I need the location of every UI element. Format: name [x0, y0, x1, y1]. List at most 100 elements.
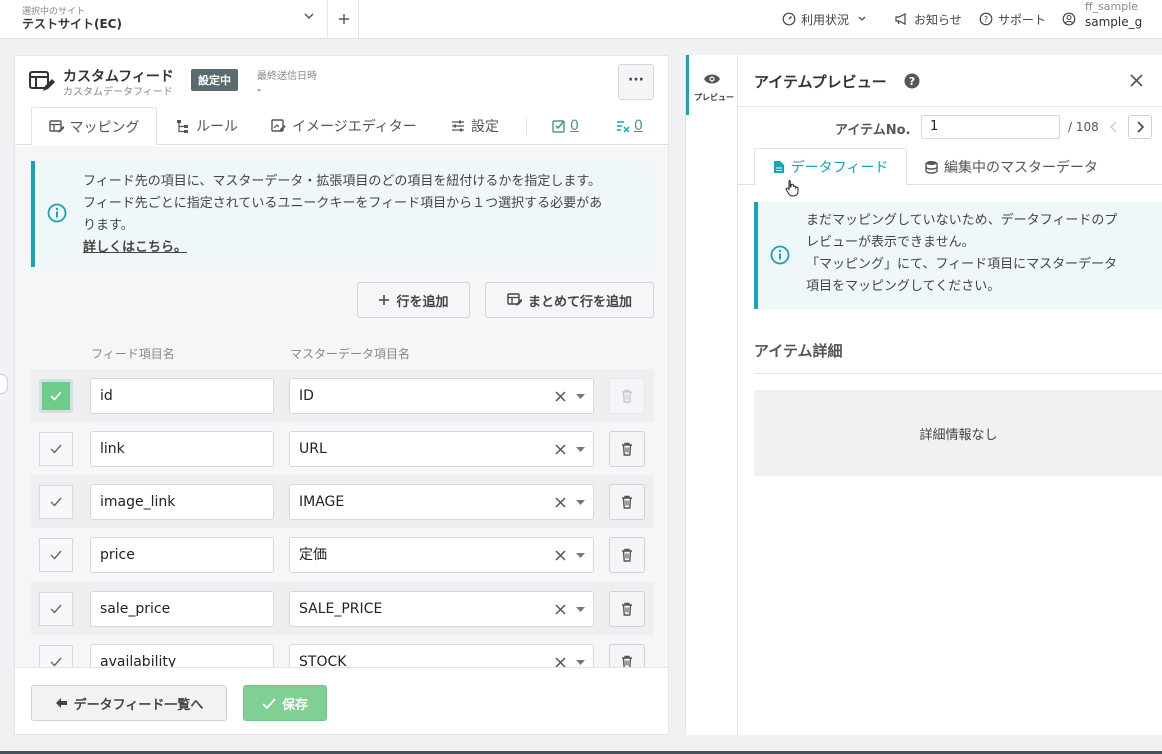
mapping-content: フィード先の項目に、マスターデータ・拡張項目のどの項目を紐付けるかを指定します。…	[15, 146, 668, 667]
master-item-select[interactable]: SALE_PRICE	[289, 591, 594, 627]
tab-mapping[interactable]: マッピング	[31, 107, 157, 146]
item-number-input[interactable]: 1	[921, 115, 1060, 139]
tab-divider	[526, 117, 527, 135]
tab-image-editor[interactable]: イメージエディター	[271, 107, 417, 145]
tab-master-data-label: 編集中のマスターデータ	[944, 159, 1098, 176]
back-label: データフィード一覧へ	[73, 697, 204, 713]
collapse-handle[interactable]	[0, 374, 8, 394]
add-site-button[interactable]	[329, 0, 359, 38]
unique-key-checkbox[interactable]	[39, 432, 73, 466]
tab-settings[interactable]: 設定	[451, 107, 499, 145]
caret-down-icon	[576, 660, 585, 665]
trash-icon	[622, 602, 632, 616]
master-item-select[interactable]: IMAGE	[289, 484, 594, 520]
save-button[interactable]: 保存	[243, 685, 327, 721]
unique-key-checkbox[interactable]	[39, 645, 73, 667]
delete-row-button[interactable]	[609, 431, 645, 467]
info-line: 「マッピング」にて、フィード項目にマスターデータ	[806, 257, 1118, 272]
master-item-select[interactable]: 定価	[289, 537, 594, 573]
next-item-button[interactable]	[1128, 115, 1152, 139]
preview-toggle[interactable]: プレビュー	[685, 55, 737, 735]
master-item-select[interactable]: STOCK	[289, 644, 594, 667]
feed-item-input[interactable]: availability	[90, 644, 274, 667]
prev-item-button[interactable]	[1103, 115, 1125, 139]
info-line: フィード先の項目に、マスターデータ・拡張項目のどの項目を紐付けるかを指定します。	[83, 174, 602, 189]
back-to-feed-list-button[interactable]: データフィード一覧へ	[31, 685, 227, 721]
item-detail-title: アイテム詳細	[754, 342, 843, 360]
nav-support[interactable]: ? サポート	[979, 0, 1046, 38]
feed-item-input[interactable]: image_link	[90, 484, 274, 520]
caret-down-icon	[576, 447, 585, 452]
trash-icon	[622, 495, 632, 509]
clear-icon	[555, 550, 566, 561]
plus-icon	[338, 14, 349, 24]
tab-master-data[interactable]: 編集中のマスターデータ	[925, 148, 1098, 185]
tab-data-feed-label: データフィード	[790, 160, 889, 176]
divider	[754, 373, 1162, 374]
mapping-row: id ID	[31, 369, 654, 422]
chevron-right-icon	[1137, 121, 1144, 133]
master-item-select[interactable]: ID	[289, 378, 594, 414]
close-icon[interactable]	[1130, 74, 1143, 87]
divider	[738, 106, 1162, 107]
delete-row-button[interactable]	[609, 484, 645, 520]
trash-icon	[622, 389, 632, 403]
clear-icon	[555, 444, 566, 455]
check-icon	[50, 604, 62, 614]
tab-data-feed[interactable]: データフィード	[754, 148, 907, 186]
user-menu[interactable]	[1062, 0, 1081, 38]
unique-key-checkbox[interactable]	[39, 538, 73, 572]
gauge-icon	[782, 12, 796, 26]
error-count-link[interactable]: 0	[616, 107, 643, 145]
feed-item-input[interactable]: sale_price	[90, 591, 274, 627]
unique-key-checkbox[interactable]	[39, 379, 73, 413]
bulk-add-rows-button[interactable]: まとめて行を追加	[485, 282, 654, 318]
feed-item-input[interactable]: id	[90, 378, 274, 414]
info-icon	[770, 245, 790, 265]
site-name: テストサイト(EC)	[22, 17, 122, 31]
unique-key-checkbox[interactable]	[39, 485, 73, 519]
info-icon	[47, 203, 67, 223]
megaphone-icon	[895, 13, 906, 25]
feed-item-input[interactable]: link	[90, 431, 274, 467]
delete-row-button[interactable]	[609, 537, 645, 573]
add-row-button[interactable]: 行を追加	[357, 282, 470, 318]
feed-item-input[interactable]: price	[90, 537, 274, 573]
nav-usage[interactable]: 利用状況	[782, 0, 872, 38]
preview-tabs: データフィード 編集中のマスターデータ	[738, 148, 1162, 186]
caret-down-icon	[576, 553, 585, 558]
clear-icon	[555, 497, 566, 508]
nav-notice[interactable]: お知らせ	[894, 0, 962, 38]
delete-row-button[interactable]	[609, 378, 645, 414]
site-selector[interactable]: 選択中のサイト テストサイト(EC)	[0, 0, 328, 38]
image-edit-icon	[271, 119, 286, 132]
details-link[interactable]: 詳しくはこちら。	[83, 240, 187, 255]
svg-text:?: ?	[984, 15, 988, 24]
chevron-down-icon	[303, 10, 315, 22]
valid-count-link[interactable]: 0	[552, 107, 579, 145]
mapping-row: link URL	[31, 422, 654, 475]
trash-icon	[622, 655, 632, 667]
preview-info-box: まだマッピングしていないため、データフィードのプ レビューが表示できません。 「…	[754, 202, 1162, 309]
arrow-left-icon	[55, 698, 67, 708]
delete-row-button[interactable]	[609, 591, 645, 627]
delete-row-button[interactable]	[609, 644, 645, 667]
master-item-select[interactable]: URL	[289, 431, 594, 467]
unique-key-checkbox[interactable]	[39, 592, 73, 626]
error-count: 0	[634, 118, 643, 134]
nav-support-label: サポート	[998, 12, 1047, 27]
tab-rules[interactable]: ルール	[176, 107, 238, 145]
mapping-icon	[507, 293, 522, 306]
master-item-value: ID	[299, 388, 314, 404]
clear-icon	[555, 391, 566, 402]
plus-icon	[379, 295, 390, 305]
info-line: まだマッピングしていないため、データフィードのプ	[806, 213, 1118, 228]
help-circle-icon: ?	[979, 12, 993, 26]
nav-notice-label: お知らせ	[914, 12, 962, 27]
error-list-icon	[617, 121, 630, 133]
help-icon[interactable]: ?	[904, 73, 920, 89]
tab-rules-label: ルール	[196, 119, 238, 135]
status-badge: 設定中	[191, 69, 238, 91]
item-preview-panel: アイテムプレビュー ? アイテムNo. 1 / 108 データフィード 編集中の…	[737, 55, 1162, 735]
more-menu-button[interactable]: ···	[618, 64, 654, 100]
